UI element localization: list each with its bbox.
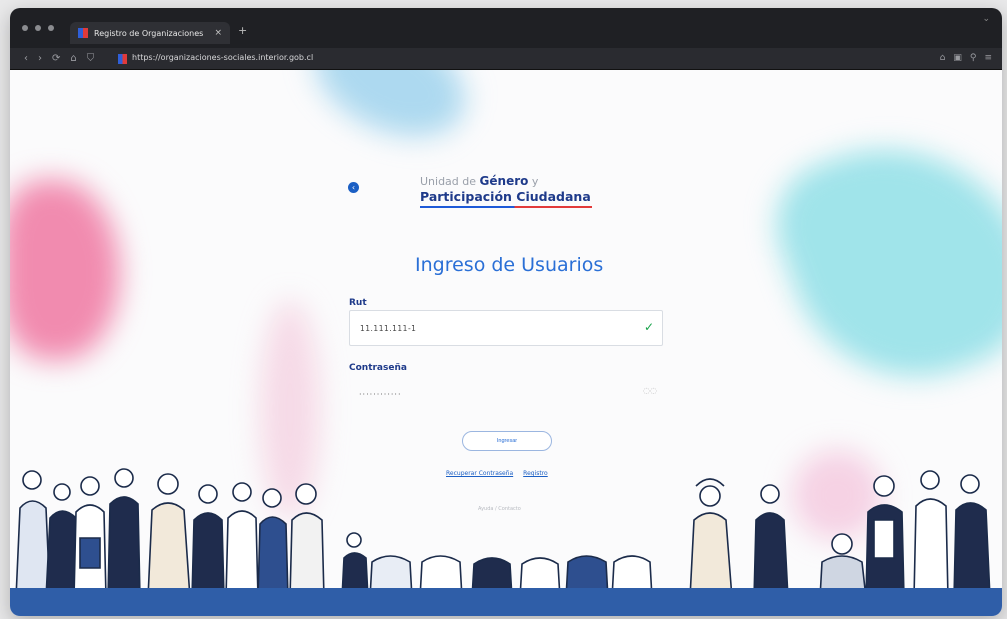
- back-button[interactable]: ‹: [348, 182, 359, 193]
- tab-title: Registro de Organizaciones: [94, 28, 204, 38]
- shield-icon[interactable]: ⛉: [87, 53, 95, 65]
- person-figure: [865, 475, 905, 598]
- maximize-window-icon[interactable]: [48, 25, 54, 31]
- close-window-icon[interactable]: [22, 25, 28, 31]
- ingresar-button[interactable]: Ingresar: [462, 431, 552, 451]
- tab-bar: Registro de Organizaciones × + ⌄: [10, 8, 1002, 48]
- page-content: ‹ Unidad de Género y Participación Ciuda…: [10, 70, 1002, 616]
- search-icon[interactable]: ⚲: [970, 53, 977, 63]
- page-title: Ingreso de Usuarios: [415, 254, 604, 276]
- pink-watercolor: [10, 180, 120, 360]
- logo: Unidad de Género y Participación Ciudada…: [420, 174, 610, 208]
- logo-line-1: Unidad de Género y: [420, 174, 610, 188]
- teal-watercolor: [757, 107, 1002, 413]
- address-bar-row: ‹ › ⟳ ⌂ ⛉ https://organizaciones-sociale…: [10, 48, 1002, 70]
- menu-icon[interactable]: ≡: [984, 53, 992, 63]
- back-icon[interactable]: ‹: [24, 53, 28, 65]
- rut-field[interactable]: 11.111.111-1 ✓: [349, 310, 663, 346]
- rut-value: 11.111.111-1: [360, 324, 417, 333]
- person-figure: [257, 488, 289, 598]
- toolbar-right: ⌂ ▣ ⚲ ≡: [940, 53, 992, 63]
- logo-underline: [420, 206, 592, 208]
- new-tab-icon[interactable]: +: [238, 24, 247, 37]
- logo-prefix: Unidad de: [420, 175, 477, 188]
- toolbar-icon-2[interactable]: ▣: [953, 53, 962, 63]
- people-illustration: [15, 468, 991, 598]
- tab-registro[interactable]: Registro de Organizaciones ×: [70, 22, 230, 44]
- person-figure: [753, 484, 789, 598]
- forward-icon[interactable]: ›: [38, 53, 42, 65]
- password-field[interactable]: ············ ◌◌: [349, 378, 663, 406]
- person-figure: [191, 484, 225, 598]
- person-figure: [73, 476, 107, 598]
- reload-icon[interactable]: ⟳: [52, 53, 60, 65]
- site-flag-icon: [118, 54, 127, 64]
- flag-favicon-icon: [78, 28, 88, 38]
- url-field[interactable]: https://organizaciones-sociales.interior…: [132, 53, 313, 62]
- logo-bold: Género: [479, 174, 529, 188]
- footer-band: [10, 588, 1002, 616]
- person-figure: [15, 470, 51, 598]
- nav-controls: ‹ › ⟳ ⌂ ⛉: [24, 53, 94, 65]
- person-figure: [689, 478, 733, 598]
- person-figure: [953, 474, 991, 598]
- rut-label: Rut: [349, 298, 367, 308]
- check-icon: ✓: [643, 320, 654, 334]
- person-figure: [107, 468, 141, 598]
- tab-close-icon[interactable]: ×: [214, 28, 222, 38]
- toolbar-icon-1[interactable]: ⌂: [940, 53, 946, 63]
- person-figure: [225, 482, 259, 598]
- person-figure: [45, 483, 79, 598]
- eye-icon[interactable]: ◌◌: [643, 386, 657, 395]
- chevron-down-icon[interactable]: ⌄: [982, 14, 990, 24]
- logo-line-2: Participación Ciudadana: [420, 189, 591, 204]
- password-value: ············: [359, 390, 402, 399]
- logo-suffix: y: [531, 175, 539, 188]
- window-controls: [22, 25, 54, 31]
- person-figure: [913, 470, 949, 598]
- password-label: Contraseña: [349, 363, 407, 373]
- person-figure: [147, 473, 191, 598]
- browser-window: Registro de Organizaciones × + ⌄ ‹ › ⟳ ⌂…: [10, 8, 1002, 616]
- blue-watercolor: [296, 70, 484, 160]
- home-icon[interactable]: ⌂: [70, 53, 76, 65]
- person-figure: [289, 483, 325, 598]
- minimize-window-icon[interactable]: [35, 25, 41, 31]
